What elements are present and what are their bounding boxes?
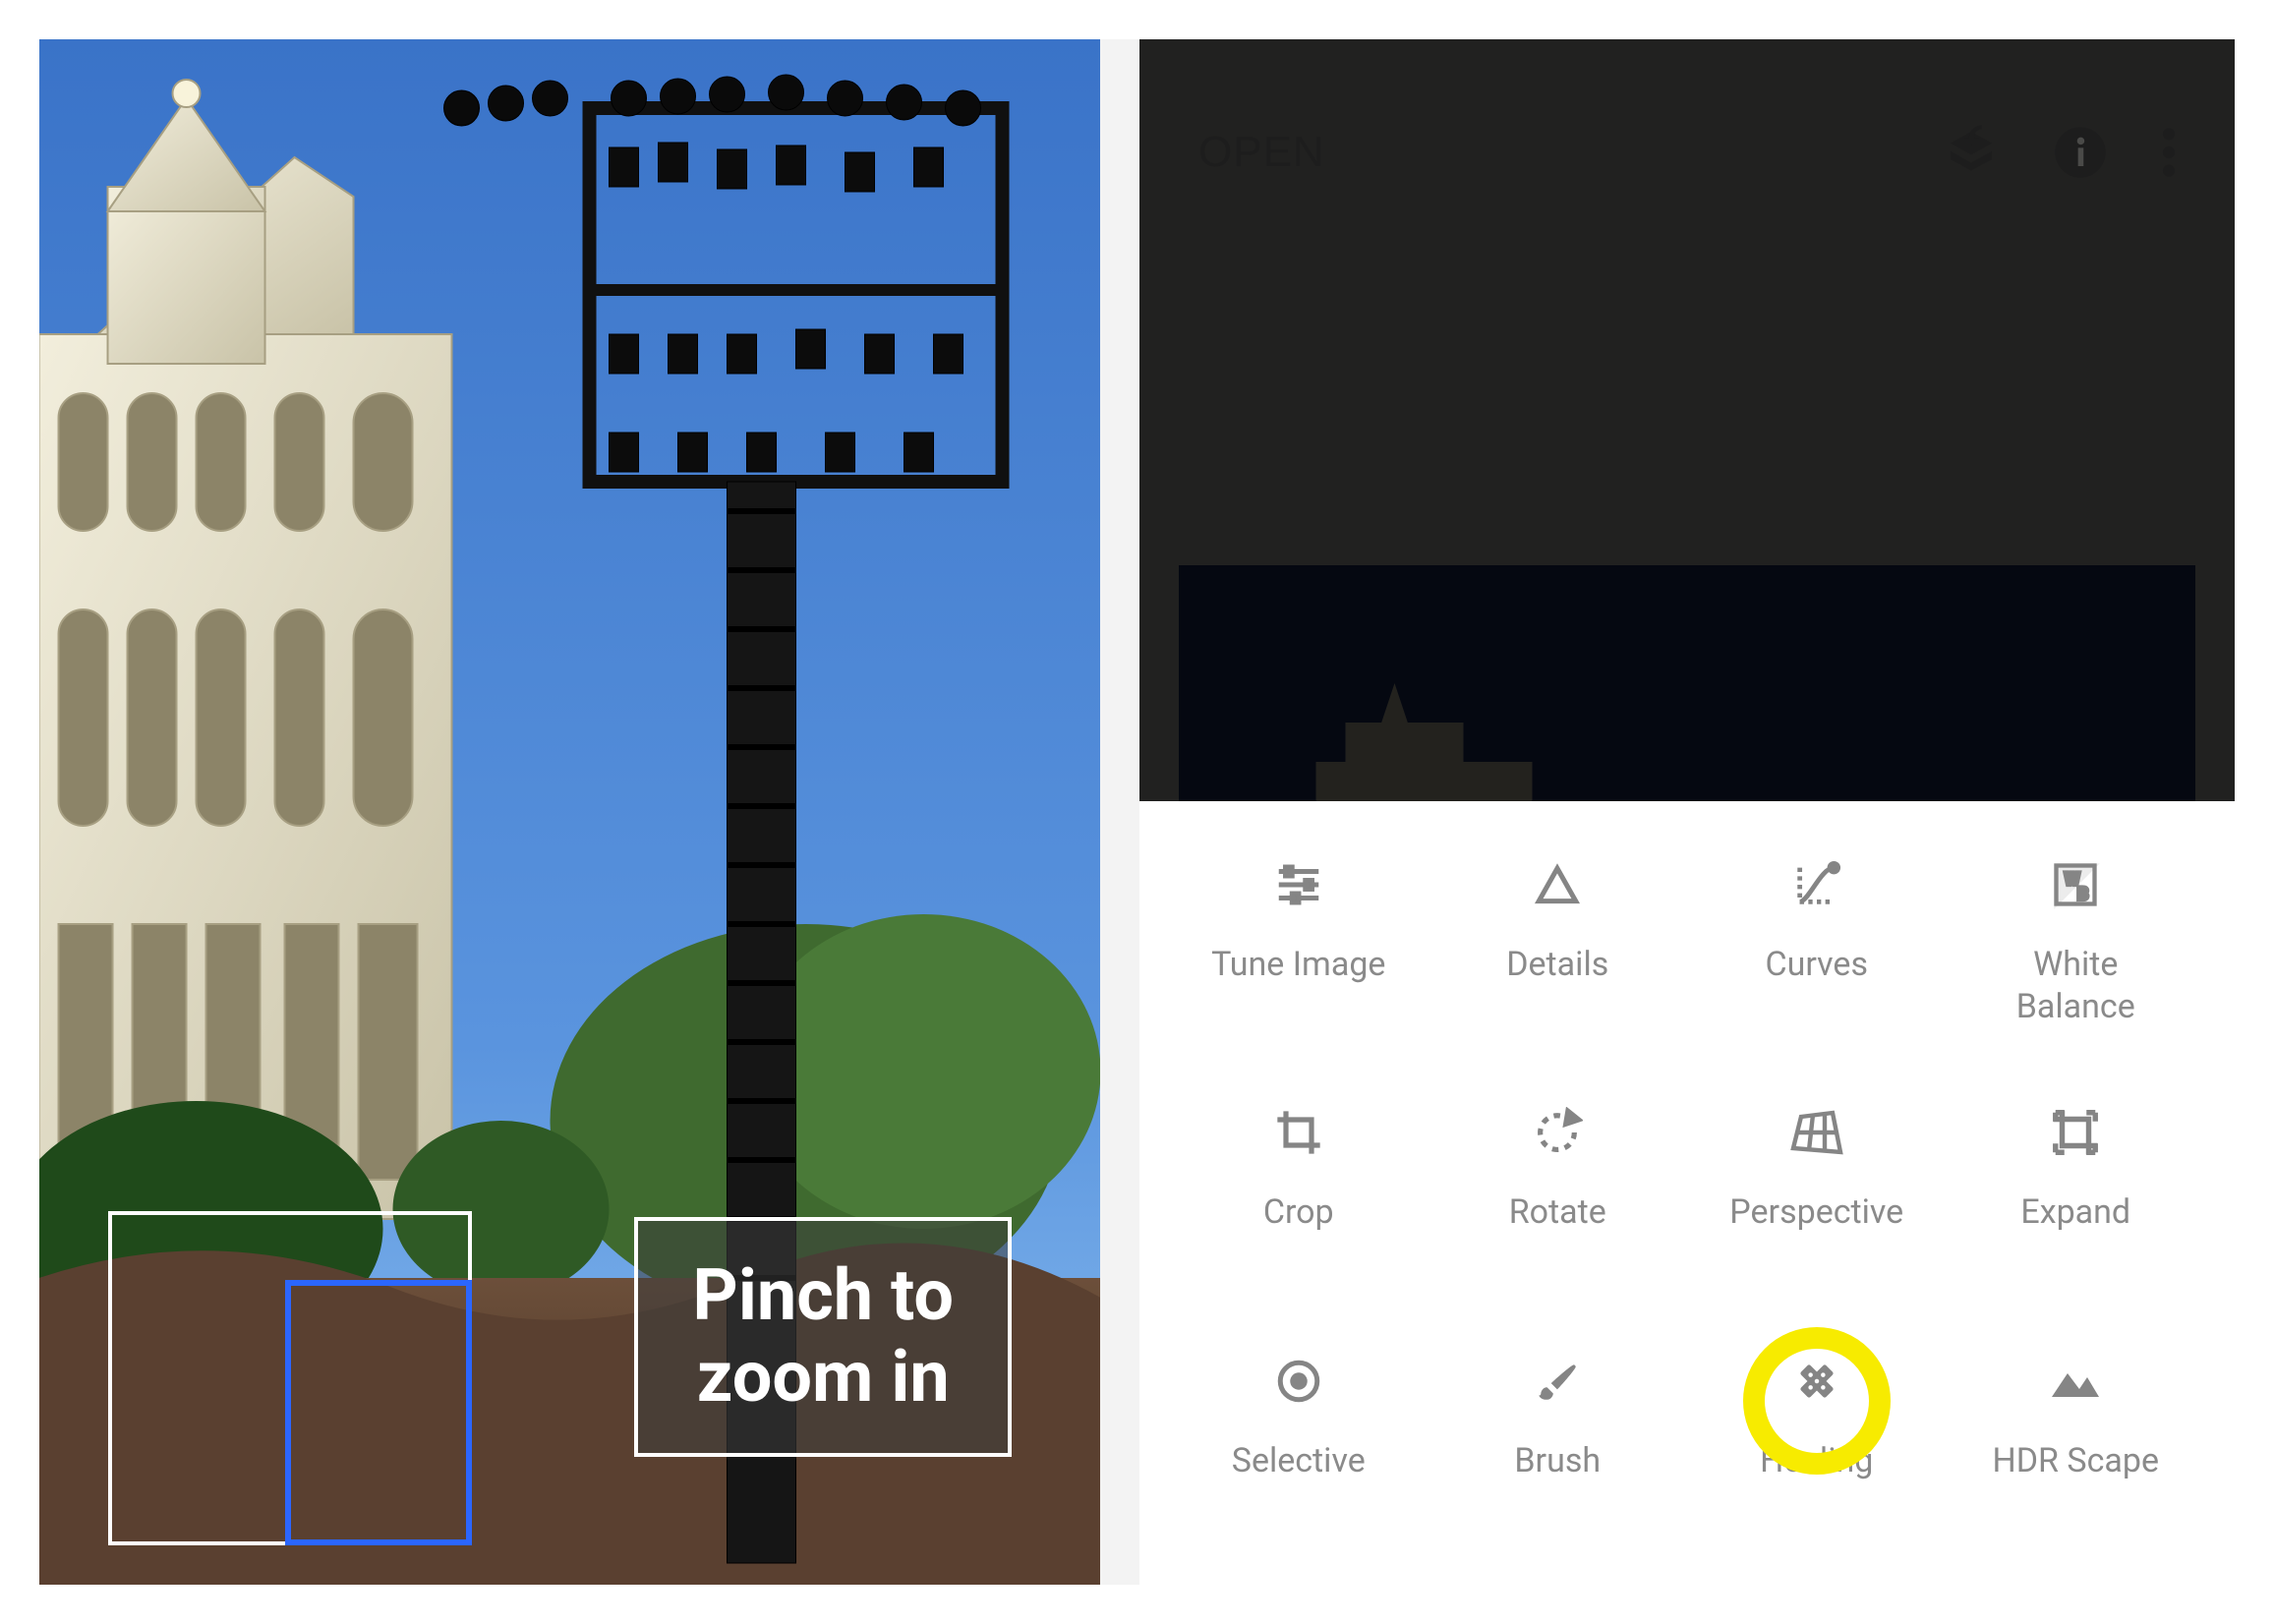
more-menu-icon[interactable] (2162, 125, 2176, 180)
expand-icon (2046, 1103, 2105, 1162)
undo-layers-icon[interactable] (1944, 125, 1999, 180)
tool-white-balance[interactable]: WB WhiteBalance (1947, 821, 2206, 1059)
right-app-panel: OPEN (1139, 39, 2235, 1585)
tool-label: WhiteBalance (2016, 944, 2135, 1027)
editor-preview-area: OPEN (1139, 39, 2235, 801)
tool-label: Healing (1760, 1440, 1873, 1482)
tool-label: Details (1506, 944, 1608, 986)
tool-label: Crop (1263, 1191, 1334, 1234)
tool-label: Perspective (1729, 1191, 1903, 1234)
details-icon (1528, 855, 1587, 914)
tool-label: Tune Image (1211, 944, 1385, 986)
brush-icon (1528, 1352, 1587, 1411)
curves-icon (1787, 855, 1846, 914)
tool-expand[interactable]: Expand (1947, 1069, 2206, 1306)
tool-selective[interactable]: Selective (1169, 1317, 1429, 1555)
open-button[interactable]: OPEN (1198, 128, 1325, 177)
tool-label: Selective (1232, 1440, 1366, 1482)
tool-healing[interactable]: Healing (1687, 1317, 1947, 1555)
top-bar: OPEN (1139, 39, 2235, 265)
svg-text:B: B (2077, 885, 2088, 904)
selective-icon (1269, 1352, 1328, 1411)
info-icon[interactable] (2053, 125, 2108, 180)
rotate-icon (1528, 1103, 1587, 1162)
tool-details[interactable]: Details (1429, 821, 1688, 1059)
tools-grid: Tune Image Details Curves WB WhiteBalanc… (1139, 801, 2235, 1585)
tool-tune-image[interactable]: Tune Image (1169, 821, 1429, 1059)
tool-label: Curves (1765, 944, 1868, 986)
crop-frame-inner (285, 1280, 472, 1545)
hdr-scape-icon (2046, 1352, 2105, 1411)
tool-perspective[interactable]: Perspective (1687, 1069, 1947, 1306)
tool-label: HDR Scape (1992, 1440, 2159, 1482)
instruction-line-2: zoom in (692, 1337, 954, 1419)
instruction-line-1: Pinch to (692, 1255, 954, 1337)
tune-icon (1269, 855, 1328, 914)
white-balance-icon: WB (2046, 855, 2105, 914)
tool-crop[interactable]: Crop (1169, 1069, 1429, 1306)
perspective-icon (1787, 1103, 1846, 1162)
tool-label: Rotate (1509, 1191, 1606, 1234)
tool-curves[interactable]: Curves (1687, 821, 1947, 1059)
healing-icon (1787, 1352, 1846, 1411)
crop-icon (1269, 1103, 1328, 1162)
tool-hdr-scape[interactable]: HDR Scape (1947, 1317, 2206, 1555)
tool-rotate[interactable]: Rotate (1429, 1069, 1688, 1306)
tool-brush[interactable]: Brush (1429, 1317, 1688, 1555)
tool-label: Expand (2020, 1191, 2130, 1234)
instruction-overlay: Pinch to zoom in (634, 1217, 1012, 1457)
left-photo-panel[interactable]: Pinch to zoom in (39, 39, 1100, 1585)
tool-label: Brush (1514, 1440, 1601, 1482)
